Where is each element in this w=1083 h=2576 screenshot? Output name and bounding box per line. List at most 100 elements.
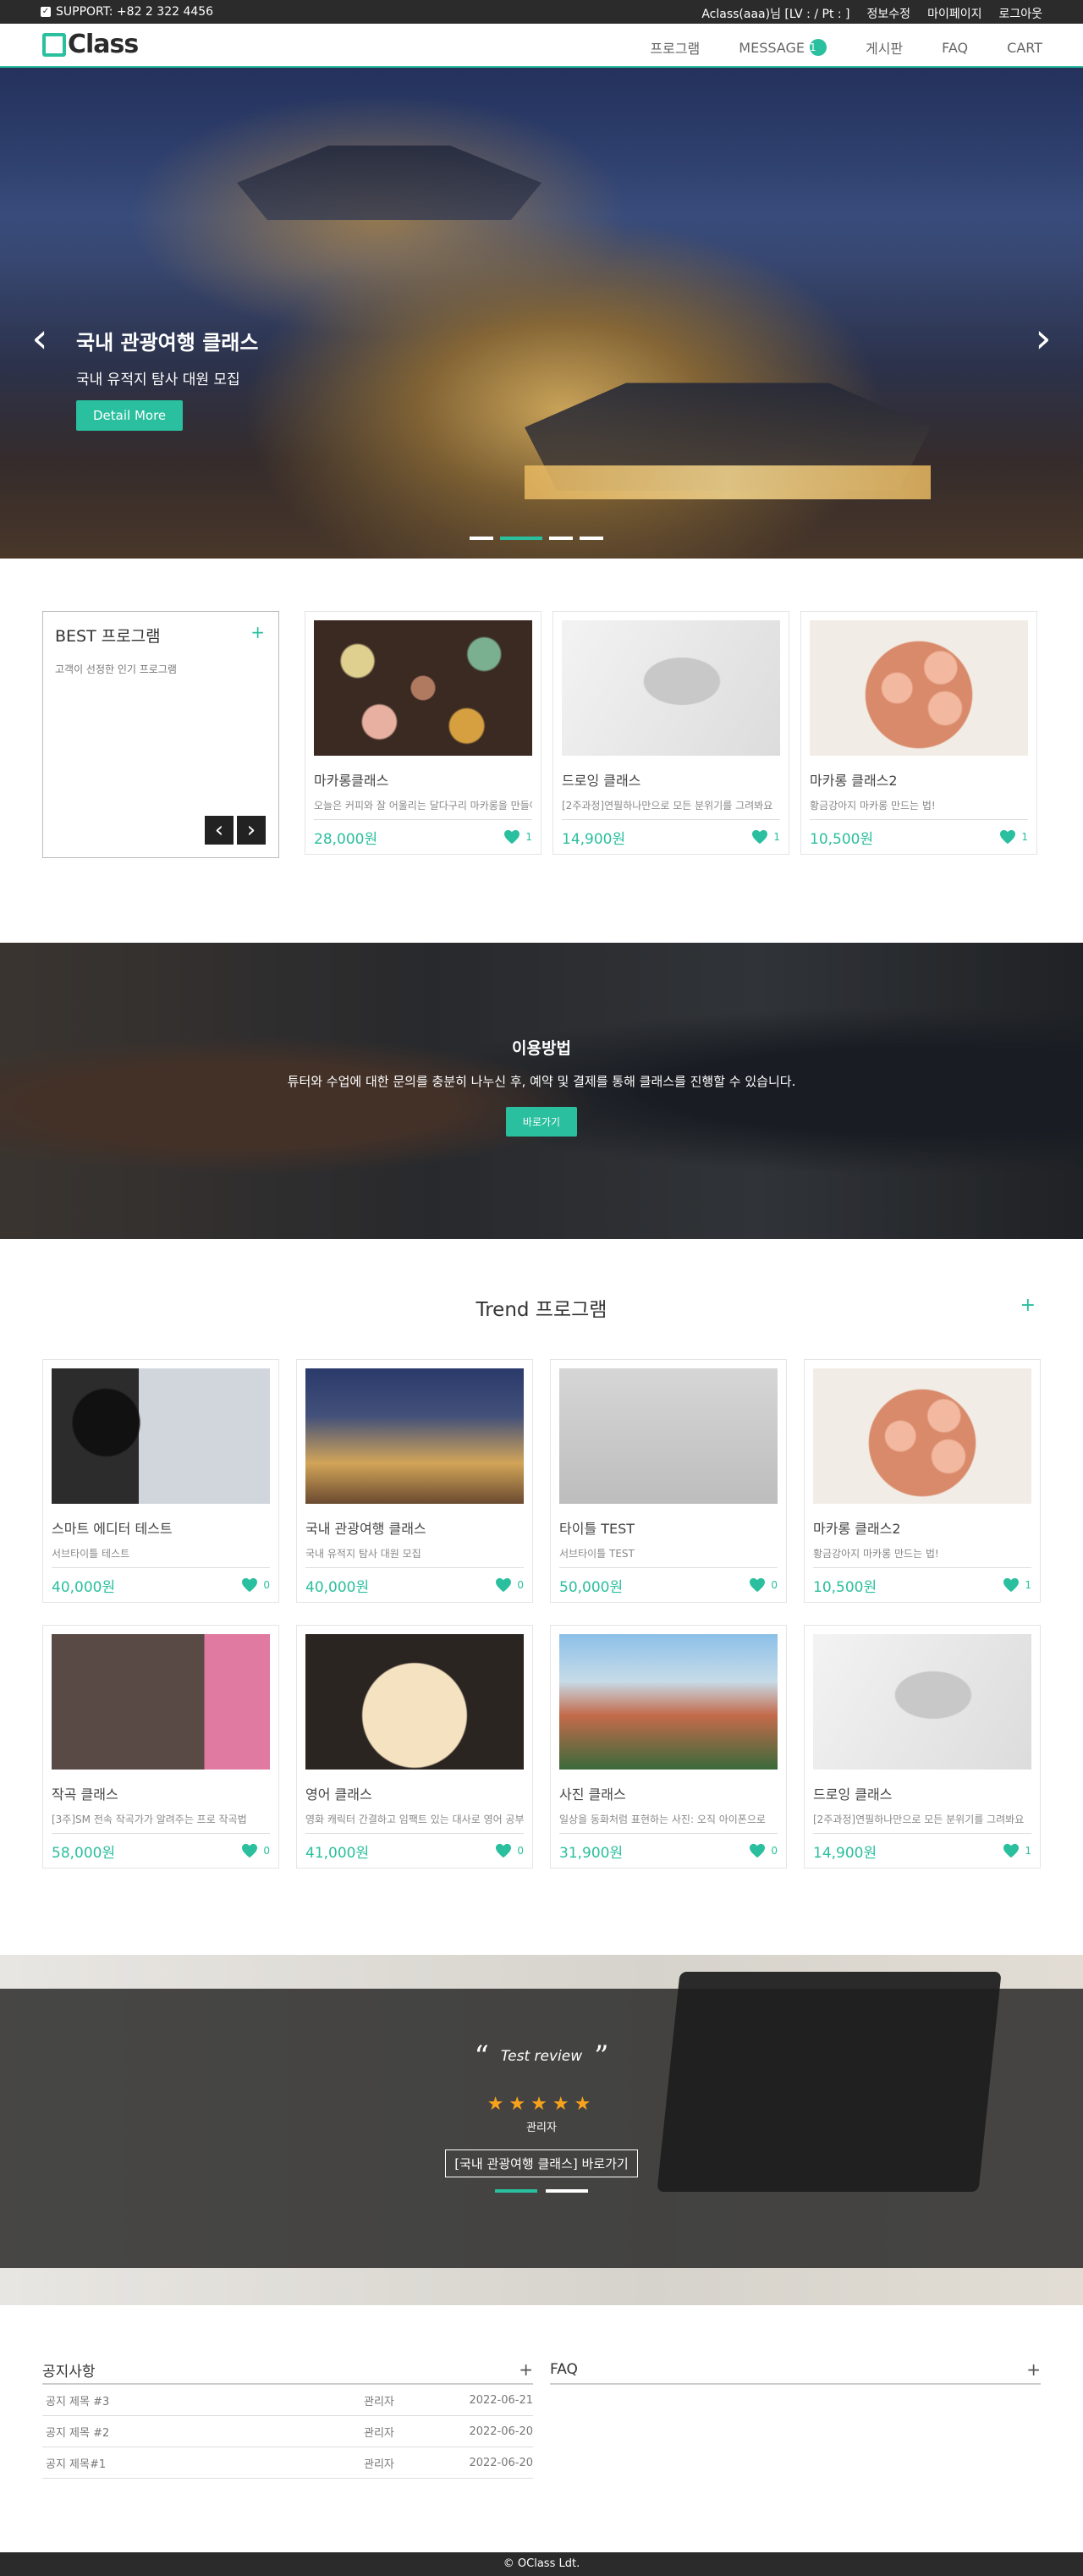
nav-board[interactable]: 게시판 xyxy=(866,37,903,58)
hero-dot[interactable] xyxy=(470,537,493,540)
main-nav: 프로그램 MESSAGE 1 게시판 FAQ CART xyxy=(650,37,1042,58)
trend-card[interactable]: 사진 클래스 일상을 동화처럼 표현하는 사진: 오직 아이폰으로 31,900… xyxy=(550,1625,787,1869)
card-price: 14,900원 xyxy=(562,830,626,848)
product-image xyxy=(813,1634,1031,1770)
best-more-icon[interactable]: + xyxy=(250,622,265,642)
mypage-link[interactable]: 마이페이지 xyxy=(927,5,981,22)
heart-icon xyxy=(1003,1577,1020,1593)
card-price: 31,900원 xyxy=(559,1844,624,1862)
card-price: 40,000원 xyxy=(305,1578,370,1596)
card-title: 영어 클래스 xyxy=(305,1786,372,1803)
heart-icon xyxy=(752,829,768,845)
like-button[interactable]: 0 xyxy=(749,1843,778,1858)
like-count: 0 xyxy=(517,1845,524,1857)
like-button[interactable]: 0 xyxy=(495,1843,524,1858)
card-subtitle: 오늘은 커피와 잘 어울리는 달다구리 마카롱을 만들어요 xyxy=(314,798,532,820)
hero-title: 국내 관광여행 클래스 xyxy=(76,331,259,355)
trend-card[interactable]: 스마트 에디터 테스트 서브타이틀 테스트 40,000원 0 xyxy=(42,1359,279,1603)
palace-lights xyxy=(525,465,931,499)
like-count: 0 xyxy=(771,1845,778,1857)
notice-title: 공지사항 xyxy=(42,2363,96,2381)
card-subtitle: [3주]SM 전속 작곡가가 알려주는 프로 작곡법 xyxy=(52,1812,270,1834)
open-quote-icon: “ xyxy=(474,2039,489,2073)
trend-card[interactable]: 국내 관광여행 클래스 국내 유적지 탐사 대원 모집 40,000원 0 xyxy=(296,1359,533,1603)
like-button[interactable]: 1 xyxy=(751,829,780,845)
hero-subtitle: 국내 유적지 탐사 대원 모집 xyxy=(76,372,240,388)
logo[interactable]: Class xyxy=(42,32,139,58)
card-footer: 10,500원 1 xyxy=(813,1568,1031,1602)
nav-program[interactable]: 프로그램 xyxy=(650,37,700,58)
card-title: 타이틀 TEST xyxy=(559,1521,635,1537)
card-subtitle: 영화 캐릭터 간결하고 임팩트 있는 대사로 영어 공부 xyxy=(305,1812,524,1834)
like-button[interactable]: 1 xyxy=(503,829,532,845)
notice-subject: 공지 제목 #2 xyxy=(46,2426,110,2440)
review-class-link[interactable]: [국내 관광여행 클래스] 바로가기 xyxy=(445,2149,638,2177)
product-image xyxy=(305,1368,524,1504)
product-image xyxy=(52,1634,270,1770)
close-quote-icon: ” xyxy=(594,2039,609,2073)
notice-row[interactable]: 공지 제목 #3 관리자 2022-06-21 xyxy=(42,2385,533,2416)
best-card[interactable]: 마카롱 클래스2 황금강아지 마카롱 만드는 법! 10,500원 1 xyxy=(800,611,1037,855)
howto-go-button[interactable]: 바로가기 xyxy=(505,1107,578,1137)
palace-roof xyxy=(237,146,542,220)
heart-icon xyxy=(750,1577,766,1593)
card-price: 10,500원 xyxy=(813,1578,877,1596)
like-button[interactable]: 1 xyxy=(1003,1577,1031,1593)
trend-card[interactable]: 영어 클래스 영화 캐릭터 간결하고 임팩트 있는 대사로 영어 공부 41,0… xyxy=(296,1625,533,1869)
trend-card[interactable]: 드로잉 클래스 [2주과정]연필하나만으로 모든 분위기를 그려봐요 14,90… xyxy=(804,1625,1041,1869)
notice-more-icon[interactable]: + xyxy=(519,2359,533,2380)
hero-dot[interactable] xyxy=(549,537,573,540)
nav-cart[interactable]: CART xyxy=(1007,37,1042,58)
notice-row[interactable]: 공지 제목 #2 관리자 2022-06-20 xyxy=(42,2416,533,2447)
hero-dot[interactable] xyxy=(580,537,603,540)
heart-icon xyxy=(1000,829,1016,845)
hero-caption: 국내 관광여행 클래스 국내 유적지 탐사 대원 모집 Detail More xyxy=(76,326,258,431)
logout-link[interactable]: 로그아웃 xyxy=(998,5,1042,22)
nav-message[interactable]: MESSAGE 1 xyxy=(739,37,827,58)
card-subtitle: 황금강아지 마카롱 만드는 법! xyxy=(813,1546,1031,1568)
trend-card[interactable]: 작곡 클래스 [3주]SM 전속 작곡가가 알려주는 프로 작곡법 58,000… xyxy=(42,1625,279,1869)
howto-title: 이용방법 xyxy=(512,1039,571,1058)
card-footer: 10,500원 1 xyxy=(810,820,1028,854)
faq-header: FAQ + xyxy=(550,2356,1041,2385)
faq-title: FAQ xyxy=(550,2361,578,2378)
like-button[interactable]: 0 xyxy=(241,1577,270,1593)
product-image xyxy=(810,620,1028,756)
product-image xyxy=(562,620,780,756)
like-button[interactable]: 0 xyxy=(749,1577,778,1593)
review-dot-active[interactable] xyxy=(495,2189,537,2193)
like-button[interactable]: 0 xyxy=(241,1843,270,1858)
trend-card[interactable]: 마카롱 클래스2 황금강아지 마카롱 만드는 법! 10,500원 1 xyxy=(804,1359,1041,1603)
like-button[interactable]: 1 xyxy=(999,829,1028,845)
notice-row[interactable]: 공지 제목#1 관리자 2022-06-20 xyxy=(42,2447,533,2479)
like-button[interactable]: 0 xyxy=(495,1577,524,1593)
hero-dot-active[interactable] xyxy=(500,537,542,540)
card-title: 사진 클래스 xyxy=(559,1786,626,1803)
best-next-icon[interactable]: › xyxy=(236,815,267,845)
detail-more-button[interactable]: Detail More xyxy=(76,400,184,431)
best-card[interactable]: 마카롱클래스 오늘은 커피와 잘 어울리는 달다구리 마카롱을 만들어요 28,… xyxy=(305,611,542,855)
trend-card[interactable]: 타이틀 TEST 서브타이틀 TEST 50,000원 0 xyxy=(550,1359,787,1603)
best-card[interactable]: 드로잉 클래스 [2주과정]연필하나만으로 모든 분위기를 그려봐요 14,90… xyxy=(552,611,789,855)
nav-faq[interactable]: FAQ xyxy=(942,37,968,58)
hero-next-icon[interactable]: › xyxy=(1031,313,1056,364)
user-level: Aclass(aaa)님 [LV : / Pt : ] xyxy=(701,8,850,21)
product-image xyxy=(813,1368,1031,1504)
notice-date: 2022-06-21 xyxy=(469,2393,533,2407)
like-button[interactable]: 1 xyxy=(1003,1843,1031,1858)
message-count-badge: 1 xyxy=(809,39,827,56)
review-dot[interactable] xyxy=(546,2189,588,2193)
star-rating: ★★★★★ xyxy=(487,2094,596,2115)
review-quote: “ Test review ” xyxy=(0,2039,1083,2073)
notice-subject: 공지 제목#1 xyxy=(46,2458,107,2471)
review-slider: “ Test review ” ★★★★★ 관리자 [국내 관광여행 클래스] … xyxy=(0,1955,1083,2305)
best-prev-icon[interactable]: ‹ xyxy=(204,815,234,845)
edit-profile-link[interactable]: 정보수정 xyxy=(867,5,911,22)
faq-more-icon[interactable]: + xyxy=(1026,2359,1041,2380)
card-title: 드로잉 클래스 xyxy=(562,773,641,789)
hero-prev-icon[interactable]: ‹ xyxy=(27,313,52,364)
card-title: 국내 관광여행 클래스 xyxy=(305,1521,426,1537)
trend-more-icon[interactable]: + xyxy=(1020,1295,1036,1316)
product-image xyxy=(559,1368,778,1504)
notice-header: 공지사항 + xyxy=(42,2356,533,2385)
